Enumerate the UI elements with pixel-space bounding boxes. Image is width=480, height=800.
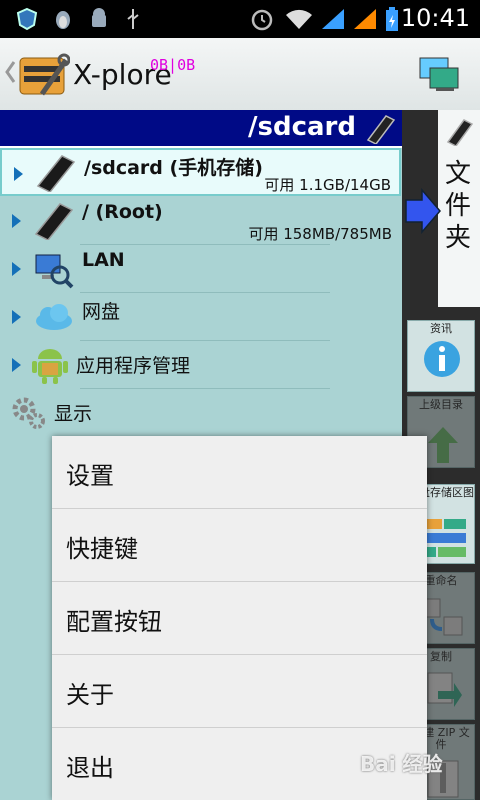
drive-name: LAN [82, 249, 125, 271]
gear-icon [12, 397, 45, 429]
android-icon [32, 349, 68, 384]
cloud-icon [36, 304, 72, 330]
app-bar: X-plore 0B|0B [0, 38, 480, 111]
drive-item-display[interactable]: 显示 [0, 389, 400, 437]
button-label: 上级目录 [419, 398, 463, 411]
expand-arrow-icon[interactable] [12, 310, 21, 324]
back-chevron-icon[interactable] [4, 60, 16, 84]
drive-name: / (Root) [82, 201, 163, 223]
network-computer-icon [35, 254, 74, 289]
transfer-stats: 0B|0B [150, 56, 196, 74]
watermark: Bai 经验 [360, 752, 443, 776]
expand-arrow-icon[interactable] [12, 358, 21, 372]
arrow-right-icon [405, 188, 441, 234]
drive-free-space: 可用 1.1GB/14GB [264, 176, 391, 194]
menu-item-configure-buttons[interactable]: 配置按钮 [52, 582, 427, 655]
path-bar: /sdcard [0, 110, 402, 148]
menu-item-label: 配置按钮 [66, 608, 162, 636]
copy-icon [427, 672, 462, 707]
menu-item-about[interactable]: 关于 [52, 655, 427, 728]
phone-icon [36, 155, 76, 192]
drive-item-app-manager[interactable]: 应用程序管理 [0, 341, 400, 389]
menu-item-label: 快捷键 [66, 535, 138, 563]
wifi-icon [286, 9, 312, 29]
drive-name: 应用程序管理 [76, 355, 191, 377]
drive-item-root[interactable]: / (Root) 可用 158MB/785MB [0, 197, 400, 245]
android-debug-icon [92, 8, 106, 27]
menu-item-shortcuts[interactable]: 快捷键 [52, 509, 427, 582]
folder-tab[interactable]: 文件夹 [438, 110, 480, 307]
battery-icon [386, 7, 398, 31]
info-icon [424, 341, 460, 377]
menu-item-label: 退出 [66, 754, 114, 782]
drive-item-sdcard[interactable]: /sdcard (手机存储) 可用 1.1GB/14GB [0, 148, 401, 196]
current-path: /sdcard [248, 112, 356, 142]
app-logo-icon [19, 53, 70, 96]
menu-item-label: 设置 [66, 462, 114, 490]
menu-item-label: 关于 [66, 681, 114, 709]
signal-icon [322, 9, 344, 29]
button-label: 资讯 [430, 322, 452, 335]
phone-icon [446, 119, 474, 146]
drive-name: 显示 [54, 403, 93, 425]
clock: 10:41 [400, 4, 470, 32]
shield-icon [16, 7, 38, 31]
expand-arrow-icon[interactable] [14, 167, 23, 181]
folder-tab-label: 文件夹 [444, 159, 471, 253]
drive-name: 网盘 [82, 301, 121, 323]
arrow-up-icon [428, 427, 458, 463]
phone-icon [366, 115, 396, 144]
menu-item-settings[interactable]: 设置 [52, 436, 427, 509]
options-menu: 设置 快捷键 配置按钮 关于 退出 [52, 436, 427, 800]
expand-arrow-icon[interactable] [12, 214, 21, 228]
phone-icon [34, 203, 74, 240]
qq-penguin-icon [56, 11, 70, 29]
expand-arrow-icon[interactable] [12, 262, 21, 276]
drive-item-lan[interactable]: LAN [0, 245, 400, 293]
alarm-icon [251, 9, 273, 31]
info-button[interactable]: 资讯 [407, 320, 475, 392]
drive-name: /sdcard (手机存储) [84, 157, 263, 179]
signal-2-icon [354, 9, 376, 29]
status-bar: 10:41 [0, 0, 480, 38]
drive-free-space: 可用 158MB/785MB [248, 225, 392, 243]
drive-item-cloud[interactable]: 网盘 [0, 293, 400, 341]
window-switch-icon[interactable] [418, 56, 460, 92]
usb-icon [127, 9, 139, 29]
